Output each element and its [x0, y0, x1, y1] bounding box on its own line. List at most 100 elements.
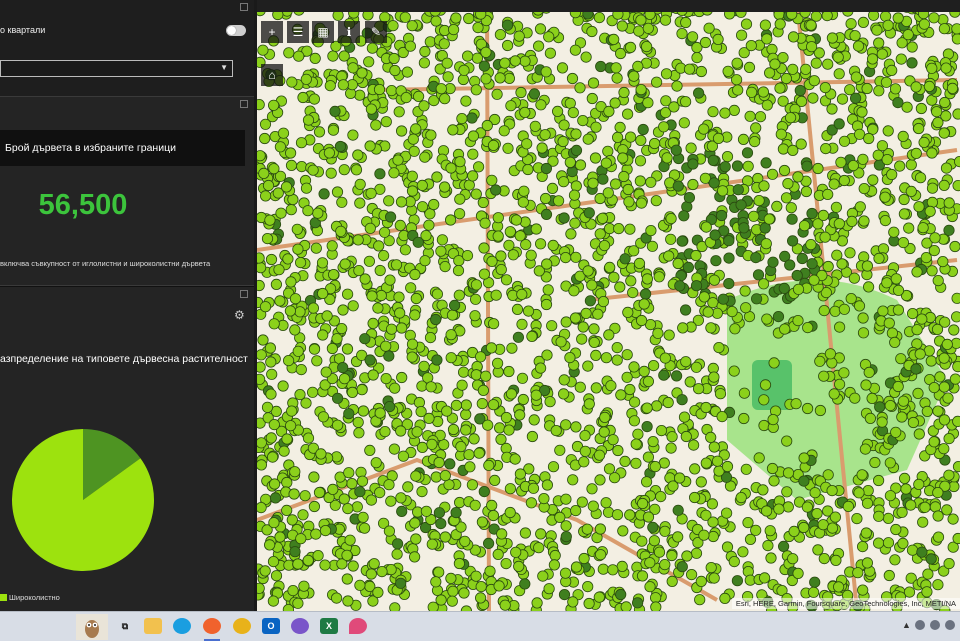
- tree-point[interactable]: [541, 299, 551, 309]
- tree-point[interactable]: [605, 262, 615, 272]
- tree-point[interactable]: [377, 566, 387, 576]
- tree-point[interactable]: [783, 468, 793, 478]
- tree-point[interactable]: [278, 128, 288, 138]
- tree-point[interactable]: [311, 243, 321, 253]
- tree-point[interactable]: [762, 314, 772, 324]
- tree-point[interactable]: [425, 37, 435, 47]
- tree-point[interactable]: [316, 449, 326, 459]
- tree-point[interactable]: [471, 571, 481, 581]
- tree-point[interactable]: [589, 324, 599, 334]
- tree-point[interactable]: [348, 561, 358, 571]
- tree-point[interactable]: [691, 281, 701, 291]
- tree-point[interactable]: [930, 233, 940, 243]
- tree-point[interactable]: [579, 457, 589, 467]
- tree-point[interactable]: [830, 306, 840, 316]
- tree-point[interactable]: [268, 556, 278, 566]
- tree-point[interactable]: [451, 400, 461, 410]
- tree-point[interactable]: [386, 496, 396, 506]
- tree-point[interactable]: [514, 561, 524, 571]
- tree-point[interactable]: [397, 372, 407, 382]
- tree-point[interactable]: [565, 352, 575, 362]
- tree-point[interactable]: [536, 529, 546, 539]
- tree-point[interactable]: [258, 45, 268, 55]
- tree-point[interactable]: [311, 529, 321, 539]
- tree-point[interactable]: [314, 487, 324, 497]
- tree-point[interactable]: [899, 209, 909, 219]
- tree-point[interactable]: [540, 193, 550, 203]
- tree-point[interactable]: [616, 390, 626, 400]
- tree-point[interactable]: [846, 293, 856, 303]
- tree-point[interactable]: [643, 452, 653, 462]
- map-view[interactable]: + ☰ ▦ ℹ ✎ ⌂ Esri, HERE, Garmin, Foursqua…: [257, 0, 960, 611]
- tree-point[interactable]: [912, 325, 922, 335]
- tree-point[interactable]: [299, 581, 309, 591]
- tree-point[interactable]: [603, 146, 613, 156]
- tree-point[interactable]: [497, 529, 507, 539]
- tree-point[interactable]: [819, 371, 829, 381]
- tree-point[interactable]: [751, 252, 761, 262]
- tree-point[interactable]: [749, 211, 759, 221]
- tree-point[interactable]: [823, 189, 833, 199]
- tree-point[interactable]: [779, 283, 789, 293]
- tree-point[interactable]: [801, 64, 811, 74]
- tree-point[interactable]: [265, 215, 275, 225]
- tree-point[interactable]: [259, 168, 269, 178]
- tree-point[interactable]: [722, 461, 732, 471]
- tree-point[interactable]: [758, 87, 768, 97]
- tree-point[interactable]: [529, 89, 539, 99]
- tree-point[interactable]: [673, 505, 683, 515]
- tree-point[interactable]: [282, 505, 292, 515]
- tree-point[interactable]: [569, 190, 579, 200]
- tree-point[interactable]: [631, 439, 641, 449]
- tree-point[interactable]: [914, 123, 924, 133]
- tree-point[interactable]: [481, 74, 491, 84]
- tree-point[interactable]: [365, 445, 375, 455]
- tree-point[interactable]: [260, 566, 270, 576]
- tree-point[interactable]: [468, 131, 478, 141]
- tree-point[interactable]: [578, 322, 588, 332]
- tree-point[interactable]: [529, 415, 539, 425]
- tree-point[interactable]: [681, 357, 691, 367]
- tree-point[interactable]: [754, 453, 764, 463]
- tree-point[interactable]: [858, 313, 868, 323]
- tree-point[interactable]: [432, 355, 442, 365]
- tree-point[interactable]: [354, 428, 364, 438]
- tree-point[interactable]: [565, 98, 575, 108]
- tree-point[interactable]: [848, 160, 858, 170]
- tree-point[interactable]: [579, 553, 589, 563]
- tree-point[interactable]: [751, 123, 761, 133]
- tree-point[interactable]: [270, 493, 280, 503]
- tree-point[interactable]: [690, 464, 700, 474]
- tree-point[interactable]: [571, 252, 581, 262]
- tree-point[interactable]: [898, 538, 908, 548]
- tree-point[interactable]: [330, 106, 340, 116]
- tree-point[interactable]: [348, 301, 358, 311]
- tree-point[interactable]: [720, 593, 730, 603]
- tree-point[interactable]: [300, 491, 310, 501]
- tree-point[interactable]: [789, 526, 799, 536]
- tree-point[interactable]: [831, 555, 841, 565]
- tree-point[interactable]: [868, 175, 878, 185]
- tree-point[interactable]: [568, 107, 578, 117]
- tree-point[interactable]: [357, 476, 367, 486]
- tree-point[interactable]: [471, 370, 481, 380]
- tree-point[interactable]: [639, 299, 649, 309]
- tree-point[interactable]: [446, 330, 456, 340]
- tree-point[interactable]: [802, 502, 812, 512]
- tree-point[interactable]: [274, 265, 284, 275]
- tree-point[interactable]: [591, 122, 601, 132]
- tree-point[interactable]: [612, 342, 622, 352]
- tree-point[interactable]: [558, 389, 568, 399]
- tree-point[interactable]: [343, 503, 353, 513]
- tree-point[interactable]: [843, 501, 853, 511]
- tree-point[interactable]: [820, 232, 830, 242]
- tree-point[interactable]: [863, 282, 873, 292]
- tree-point[interactable]: [766, 553, 776, 563]
- tree-point[interactable]: [743, 161, 753, 171]
- tree-point[interactable]: [575, 382, 585, 392]
- tree-point[interactable]: [470, 500, 480, 510]
- tree-point[interactable]: [683, 262, 693, 272]
- tree-point[interactable]: [411, 471, 421, 481]
- tree-point[interactable]: [907, 308, 917, 318]
- tree-point[interactable]: [358, 406, 368, 416]
